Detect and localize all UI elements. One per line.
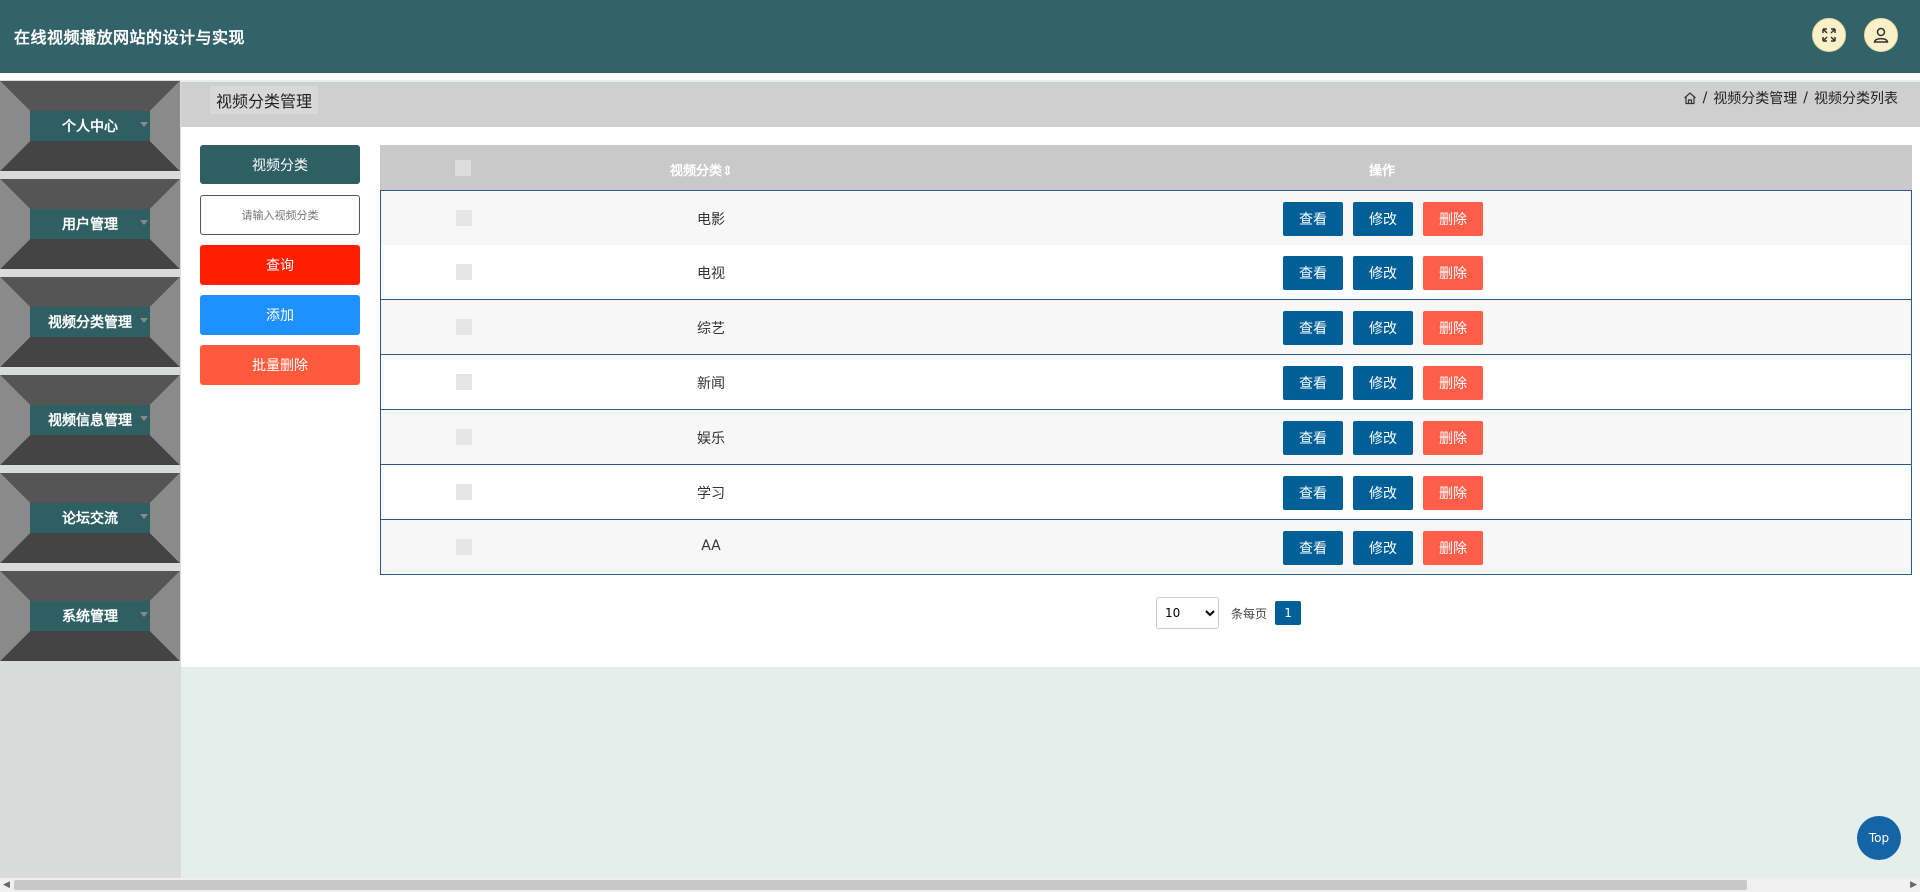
sidebar-item-label: 视频分类管理: [30, 307, 150, 337]
table-row: 综艺 查看 修改 删除: [380, 300, 1912, 355]
sidebar: 个人中心 用户管理 视频分类管理 视频信息管理 论坛交流 系统管理: [0, 80, 181, 880]
column-header-label: 视频分类: [670, 164, 723, 179]
edit-button[interactable]: 修改: [1353, 366, 1413, 400]
row-checkbox[interactable]: [456, 319, 472, 335]
horizontal-scrollbar[interactable]: ◀ ▶: [0, 878, 1920, 892]
fullscreen-button[interactable]: [1812, 18, 1846, 52]
breadcrumb: / 视频分类管理 / 视频分类列表: [1683, 88, 1898, 108]
category-name-cell: 新闻: [697, 376, 725, 392]
view-button[interactable]: 查看: [1283, 311, 1343, 345]
edit-button[interactable]: 修改: [1353, 311, 1413, 345]
chevron-down-icon: [140, 122, 148, 127]
delete-button[interactable]: 删除: [1423, 202, 1483, 236]
sidebar-item-label: 系统管理: [30, 601, 150, 631]
category-name-cell: 电视: [697, 266, 725, 282]
back-to-top-button[interactable]: Top: [1857, 816, 1901, 860]
home-icon[interactable]: [1683, 91, 1697, 105]
edit-button[interactable]: 修改: [1353, 476, 1413, 510]
sidebar-item-label: 用户管理: [30, 209, 150, 239]
delete-button[interactable]: 删除: [1423, 366, 1483, 400]
sidebar-item-personal-center[interactable]: 个人中心: [0, 81, 180, 171]
page-title: 视频分类管理: [210, 86, 319, 114]
delete-button[interactable]: 删除: [1423, 421, 1483, 455]
view-button[interactable]: 查看: [1283, 366, 1343, 400]
row-checkbox[interactable]: [456, 210, 472, 226]
column-header-operations: 操作: [1369, 164, 1396, 179]
chevron-down-icon: [140, 612, 148, 617]
sidebar-item-system[interactable]: 系统管理: [0, 571, 180, 661]
edit-button[interactable]: 修改: [1353, 531, 1413, 565]
breadcrumb-current: 视频分类列表: [1814, 91, 1898, 107]
row-checkbox[interactable]: [456, 539, 472, 555]
table-row: 学习 查看 修改 删除: [380, 465, 1912, 520]
sidebar-item-label: 个人中心: [30, 111, 150, 141]
edit-button[interactable]: 修改: [1353, 202, 1413, 236]
chevron-down-icon: [140, 416, 148, 421]
user-button[interactable]: [1864, 18, 1898, 52]
per-page-label: 条每页: [1231, 606, 1268, 621]
table-row: 电视 查看 修改 删除: [380, 245, 1912, 300]
sort-icon: ⇕: [722, 164, 733, 179]
table-row: AA 查看 修改 删除: [380, 520, 1912, 575]
header-divider: [0, 73, 1920, 80]
delete-button[interactable]: 删除: [1423, 531, 1483, 565]
table-row: 新闻 查看 修改 删除: [380, 355, 1912, 410]
category-name-cell: 娱乐: [697, 431, 725, 447]
sidebar-item-video-info[interactable]: 视频信息管理: [0, 375, 180, 465]
view-button[interactable]: 查看: [1283, 421, 1343, 455]
breadcrumb-level1[interactable]: 视频分类管理: [1713, 88, 1797, 108]
sidebar-item-label: 视频信息管理: [30, 405, 150, 435]
edit-button[interactable]: 修改: [1353, 421, 1413, 455]
scroll-left-arrow-icon[interactable]: ◀: [3, 880, 10, 890]
top-header: 在线视频播放网站的设计与实现: [0, 0, 1920, 73]
table-header: 视频分类⇕ 操作: [380, 145, 1912, 190]
category-name-cell: 综艺: [697, 321, 725, 337]
view-button[interactable]: 查看: [1283, 202, 1343, 236]
view-button[interactable]: 查看: [1283, 256, 1343, 290]
breadcrumb-separator: /: [1803, 90, 1808, 106]
category-search-input[interactable]: [200, 195, 360, 235]
query-button[interactable]: 查询: [200, 245, 360, 285]
select-all-checkbox[interactable]: [455, 160, 471, 176]
chevron-down-icon: [140, 514, 148, 519]
category-name-cell: AA: [701, 538, 721, 554]
breadcrumb-separator: /: [1702, 90, 1708, 106]
table-row: 娱乐 查看 修改 删除: [380, 410, 1912, 465]
row-checkbox[interactable]: [456, 374, 472, 390]
category-name-cell: 学习: [697, 486, 725, 502]
view-button[interactable]: 查看: [1283, 531, 1343, 565]
add-button[interactable]: 添加: [200, 295, 360, 335]
app-title: 在线视频播放网站的设计与实现: [14, 28, 246, 47]
batch-delete-button[interactable]: 批量删除: [200, 345, 360, 385]
user-icon: [1873, 27, 1889, 43]
delete-button[interactable]: 删除: [1423, 476, 1483, 510]
edit-button[interactable]: 修改: [1353, 256, 1413, 290]
sidebar-item-user-management[interactable]: 用户管理: [0, 179, 180, 269]
row-checkbox[interactable]: [456, 484, 472, 500]
scrollbar-thumb[interactable]: [14, 880, 1747, 890]
breadcrumb-bar: 视频分类管理 / 视频分类管理 / 视频分类列表: [181, 82, 1920, 127]
pagination: 10 条每页 1: [1156, 597, 1302, 629]
scroll-right-arrow-icon[interactable]: ▶: [1910, 880, 1917, 890]
chevron-down-icon: [140, 220, 148, 225]
fullscreen-icon: [1822, 28, 1836, 42]
page-number-button[interactable]: 1: [1275, 601, 1302, 625]
row-checkbox[interactable]: [456, 264, 472, 280]
delete-button[interactable]: 删除: [1423, 256, 1483, 290]
sidebar-item-video-category[interactable]: 视频分类管理: [0, 277, 180, 367]
sidebar-item-forum[interactable]: 论坛交流: [0, 473, 180, 563]
category-name-cell: 电影: [697, 212, 725, 228]
category-filter-label: 视频分类: [200, 145, 360, 184]
delete-button[interactable]: 删除: [1423, 311, 1483, 345]
chevron-down-icon: [140, 318, 148, 323]
column-header-category[interactable]: 视频分类⇕: [670, 160, 733, 179]
sidebar-item-label: 论坛交流: [30, 503, 150, 533]
page-size-select[interactable]: 10: [1156, 597, 1219, 629]
table-row: 电影 查看 修改 删除: [380, 190, 1912, 246]
row-checkbox[interactable]: [456, 429, 472, 445]
view-button[interactable]: 查看: [1283, 476, 1343, 510]
